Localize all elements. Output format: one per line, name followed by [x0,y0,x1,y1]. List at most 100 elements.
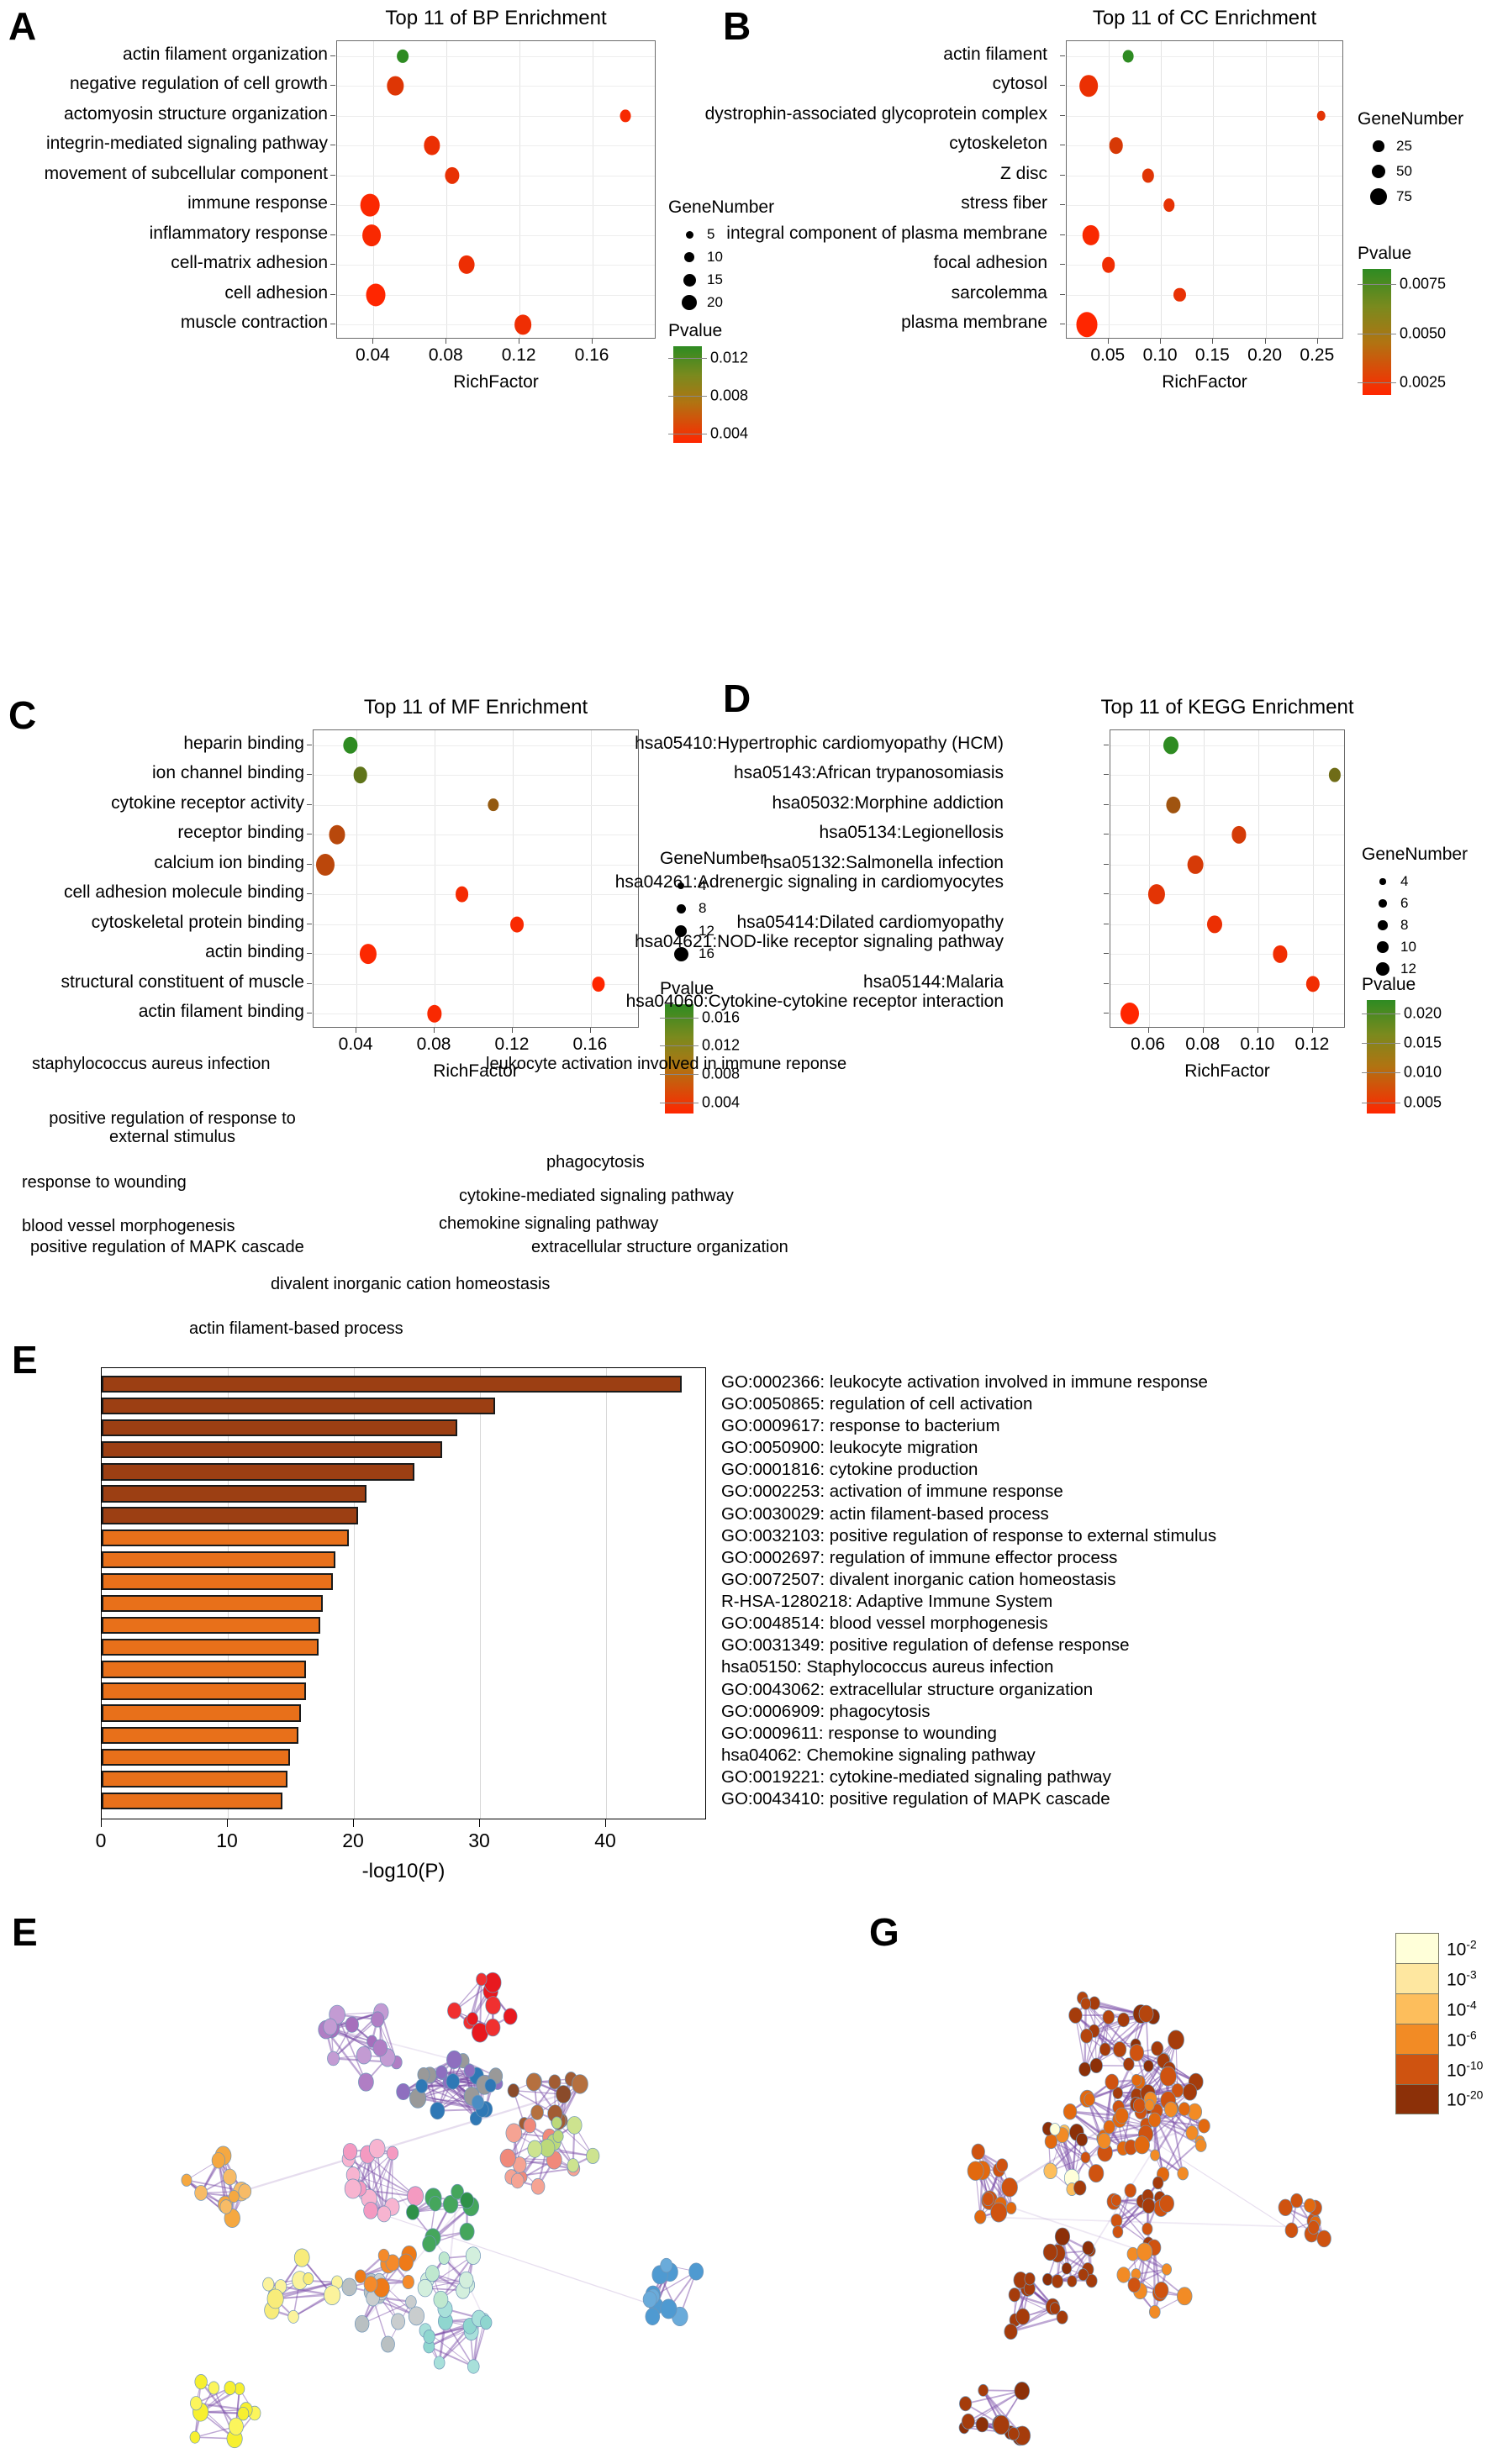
bar [102,1639,319,1656]
y-tick-mark [1104,803,1109,805]
y-tick-mark [1060,55,1065,56]
gridline-horizontal [337,55,655,57]
x-tick-mark [1311,1028,1313,1033]
category-label: cell-matrix adhesion [171,253,328,273]
legend-gene-number-title: GeneNumber [1358,109,1464,129]
network-label: chemokine signaling pathway [439,1214,659,1233]
data-point [362,224,382,246]
category-label: hsa04261:Adrenergic signaling in cardiom… [614,872,1004,892]
legend-gene-number-title: GeneNumber [1362,845,1468,864]
data-point [1316,110,1326,121]
x-tick-mark [1212,339,1214,344]
legend-size-row: 4 [1374,870,1474,893]
bar-label: GO:0009617: response to bacterium [721,1416,1000,1436]
colorbar-tick [1362,1043,1400,1045]
gridline-horizontal [314,924,638,925]
legend-size-value: 75 [1396,188,1412,204]
data-point [1142,168,1155,183]
gridline-horizontal [314,983,638,985]
gridline-horizontal [314,894,638,896]
category-label: actomyosin structure organization [64,103,328,124]
legend-size-dot [1377,941,1389,953]
legend-exponent: -20 [1466,2088,1484,2102]
x-axis-title-d: RichFactor [1184,1061,1270,1081]
panel-bp-enrichment: A Top 11 of BP Enrichment 0.04 0.08 0.12 0.16… [0,0,774,681]
category-label: hsa05134:Legionellosis [819,823,1004,843]
gridline-horizontal [1067,115,1342,117]
gridline-horizontal [1067,234,1342,236]
category-label: sarcolemma [951,282,1047,303]
bar [102,1419,457,1437]
network-label: phagocytosis [546,1153,645,1171]
legend-dot-wrap [1374,878,1392,885]
category-label: plasma membrane [901,313,1047,333]
category-label: cytokine receptor activity [111,792,304,813]
category-label: structural constituent of muscle [61,971,304,992]
category-label: cell adhesion molecule binding [63,882,304,903]
pvalue-legend-cell: 10-6 [1395,2024,1477,2054]
pvalue-colorbar: 0.020 0.015 0.010 0.005 [1362,1000,1442,1114]
legend-pvalue-title: Pvalue [1362,975,1416,994]
y-tick-mark [1060,85,1065,87]
gridline-horizontal [1110,775,1344,777]
gridline-horizontal [1110,834,1344,836]
legend-dot-wrap [1374,941,1392,953]
x-tick-label: 0.16 [574,345,609,365]
category-label: focal adhesion [933,253,1047,273]
data-point [1328,767,1342,782]
data-point [387,76,404,96]
panel-letter-a: A [8,4,37,48]
data-point [458,255,475,275]
gridline-horizontal [314,804,638,806]
gridline-horizontal [1110,894,1344,896]
data-point [1163,198,1175,213]
category-label: ion channel binding [152,763,304,783]
x-tick-mark [1107,339,1109,344]
x-tick-label: 30 [468,1830,490,1851]
network-graph-annotated [181,1972,704,2449]
data-point [1163,736,1178,755]
category-label: heparin binding [183,733,304,753]
network-label: staphylococcus aureus infection [32,1055,271,1073]
x-axis-title-a: RichFactor [453,372,539,392]
panel-letter-b: B [723,4,751,48]
category-label: hsa05032:Morphine addiction [772,792,1004,813]
data-point [1273,945,1288,963]
category-label: hsa05143:African trypanosomiasis [733,763,1004,783]
gridline-vertical [606,1368,607,1819]
y-tick-mark [307,803,312,805]
bar-label: GO:0072507: divalent inorganic cation ho… [721,1569,1116,1589]
bar-label: GO:0002366: leukocyte activation involve… [721,1372,1208,1392]
plot-area-d [1110,729,1345,1028]
y-tick-mark [1104,863,1109,865]
bar [102,1661,306,1678]
y-tick-mark [1060,234,1065,235]
x-tick-mark [1264,339,1266,344]
panel-letter-e: E [12,1338,38,1382]
bar [102,1792,282,1810]
x-tick-mark [1147,1028,1149,1033]
category-label: muscle contraction [180,313,328,333]
category-label: hsa05132:Salmonella infection [762,852,1004,872]
x-tick-mark [589,1028,591,1033]
bar-label: GO:0043062: extracellular structure orga… [721,1679,1094,1699]
y-tick-mark [330,55,335,56]
legend-base: 10 [1447,2000,1467,2019]
legend-dot-wrap [1369,140,1388,152]
y-tick-mark [307,982,312,984]
panel-cc-enrichment: B Top 11 of CC Enrichment 0.05 0.10 0.15 0.20… [705,0,1508,681]
bar-label: GO:0043410: positive regulation of MAPK … [721,1789,1110,1809]
x-tick-label: 10 [216,1830,238,1851]
y-tick-mark [1060,264,1065,266]
y-tick-mark [330,264,335,266]
legend-dot-wrap [1374,962,1392,976]
data-point [1076,312,1098,337]
bar [102,1594,323,1613]
pvalue-colorbar: 0.012 0.008 0.004 [668,346,748,443]
y-tick-mark [1104,982,1109,984]
network-label: blood vessel morphogenesis [22,1217,235,1235]
pvalue-legend-cell: 10-10 [1395,2054,1483,2084]
bar [102,1375,682,1393]
category-label: integrin-mediated signaling pathway [45,134,328,154]
colorbar-label: 0.020 [1404,1004,1442,1022]
